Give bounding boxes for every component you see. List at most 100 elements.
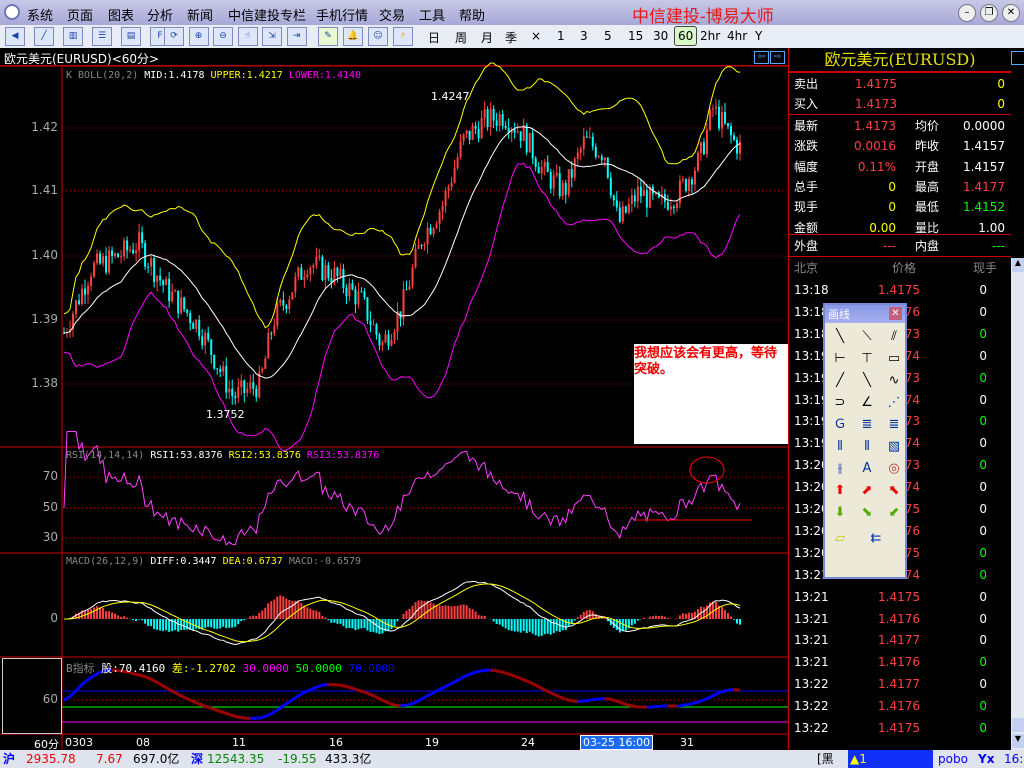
b-indicator-segment — [619, 700, 624, 705]
up-right-arrow-tool-icon[interactable]: ⬈ — [856, 481, 878, 501]
text-annotation[interactable]: 我想应该会有更高，等待突破。 — [634, 344, 788, 444]
b-indicator-segment — [156, 681, 161, 686]
arc-tool-icon[interactable]: ⊃ — [829, 393, 851, 413]
percent-lines-tool-icon[interactable]: ≣ — [856, 415, 878, 435]
golden-section-tool-icon[interactable]: Ｇ — [829, 415, 851, 435]
rectangle-tool-icon[interactable]: ▭ — [883, 349, 905, 369]
b-indicator-segment — [264, 713, 269, 718]
tick-time: 13:18 — [794, 283, 829, 297]
down-arrow-tool-icon[interactable]: ⬇ — [829, 503, 851, 523]
candle-body — [690, 179, 693, 185]
candle-body — [159, 275, 162, 281]
stat-value: 1.4177 — [963, 179, 1005, 194]
straight-line-tool-icon[interactable]: ╲ — [829, 327, 851, 347]
candle-body — [543, 162, 546, 167]
candle-body — [552, 175, 555, 189]
sh-change: 7.67 — [96, 752, 123, 766]
candle-body — [291, 292, 294, 300]
tick-row: 13:21 1.4177 0 — [789, 629, 1011, 651]
tick-vol: 0 — [979, 567, 987, 582]
draw-toolbar-close-button[interactable]: ✕ — [889, 307, 902, 320]
b-cha: 差:-1.2702 — [171, 662, 236, 675]
low-label: 1.3752 — [206, 408, 245, 421]
tick-price: 1.4176 — [878, 699, 920, 714]
eraser-tool-icon[interactable]: ▱ — [829, 529, 851, 549]
vertical-line-tool-icon[interactable]: ⊤ — [856, 349, 878, 369]
macd-name: MACD(26,12,9) — [66, 556, 145, 567]
candle-body — [144, 243, 147, 267]
candle-body — [75, 300, 78, 314]
fan-lines-tool-icon[interactable]: ⋰ — [883, 393, 905, 413]
down-right-arrow-tool-icon[interactable]: ⬊ — [856, 503, 878, 523]
quote-row: 买入 1.4173 0 — [789, 94, 1011, 114]
ray-up-tool-icon[interactable]: ╱ — [829, 371, 851, 391]
percent-lines-2-tool-icon[interactable]: ≣ — [883, 415, 905, 435]
quote-title: 欧元美元(EURUSD) — [789, 48, 1011, 72]
b-indicator-segment — [346, 685, 350, 689]
angle-tool-icon[interactable]: ∠ — [856, 393, 878, 413]
scroll-down-button[interactable]: ▼ — [1012, 734, 1024, 748]
candle-body — [675, 203, 678, 209]
b-indicator-segment — [706, 695, 711, 700]
scroll-up-button[interactable]: ▲ — [1012, 258, 1024, 272]
sine-curve-tool-icon[interactable]: ∿ — [883, 371, 905, 391]
b-indicator-segment — [159, 682, 164, 688]
filter-icon[interactable]: Yx — [978, 750, 994, 768]
speed-lines-tool-icon[interactable]: ⫲ — [829, 459, 851, 479]
b-indicator-segment — [568, 698, 573, 703]
tick-list-scrollbar[interactable]: ▲ ▼ — [1011, 258, 1024, 750]
candle-body — [708, 109, 711, 130]
horizontal-line-tool-icon[interactable]: ⊢ — [829, 349, 851, 369]
alert-indicator[interactable]: ▲1 — [848, 750, 933, 768]
stat-label: 幅度 — [794, 159, 819, 174]
b-indicator-segment — [387, 701, 393, 706]
stat-value: 0.0016 — [854, 139, 896, 154]
segment-tool-icon[interactable]: ⟍ — [856, 327, 878, 347]
gann-fan-tool-icon[interactable]: ▧ — [883, 437, 905, 457]
price-tick: 1.42 — [31, 120, 58, 134]
gann-circle-tool-icon[interactable]: ◎ — [883, 459, 905, 479]
b-indicator-segment — [715, 691, 720, 696]
down-left-arrow-tool-icon[interactable]: ⬋ — [883, 503, 905, 523]
candle-body — [714, 106, 717, 109]
tick-time: 13:22 — [794, 721, 829, 735]
delete-all-tool-icon[interactable]: ⇇ — [865, 529, 887, 549]
scroll-thumb[interactable] — [1012, 718, 1024, 732]
candle-body — [255, 388, 258, 398]
candle-body — [372, 324, 375, 326]
candle-body — [153, 258, 156, 282]
quote-row: 幅度 0.11% 开盘 1.4157 — [789, 157, 1011, 177]
ray-down-tool-icon[interactable]: ╲ — [856, 371, 878, 391]
candle-body — [108, 250, 111, 273]
candle-body — [621, 206, 624, 222]
candle-body — [645, 190, 648, 208]
maximize-quote-button[interactable] — [1011, 51, 1024, 65]
b-indicator-segment — [499, 669, 504, 674]
b-indicator-segment — [343, 684, 347, 689]
b-indicator-segment — [258, 715, 263, 720]
candle-body — [411, 267, 414, 286]
b-indicator-segment — [537, 685, 543, 690]
candle-body — [207, 332, 210, 340]
b-indicator-segment — [534, 683, 540, 689]
candle-body — [228, 389, 231, 393]
up-arrow-tool-icon[interactable]: ⬆ — [829, 481, 851, 501]
b-indicator-segment — [517, 675, 522, 680]
text-tool-icon[interactable]: A — [856, 459, 878, 479]
candle-body — [669, 206, 672, 210]
boll-legend: K BOLL(20,2) MID:1.4178 UPPER:1.4217 LOW… — [66, 70, 361, 81]
b-indicator-segment — [559, 695, 564, 700]
parallel-lines-tool-icon[interactable]: ⫽ — [883, 327, 905, 347]
stat-value: 0 — [888, 179, 896, 194]
candle-body — [723, 112, 726, 124]
up-left-arrow-tool-icon[interactable]: ⬉ — [883, 481, 905, 501]
cycle-lines-tool-icon[interactable]: ⦀ — [829, 437, 851, 457]
candle-body — [513, 129, 516, 133]
fibonacci-time-tool-icon[interactable]: ⦀ — [856, 437, 878, 457]
candle-body — [402, 289, 405, 319]
candle-body — [363, 291, 366, 298]
tick-time: 13:21 — [794, 633, 829, 648]
tick-vol: 0 — [979, 677, 987, 692]
stat-label: 总手 — [794, 179, 819, 194]
b-indicator-segment — [74, 686, 81, 692]
